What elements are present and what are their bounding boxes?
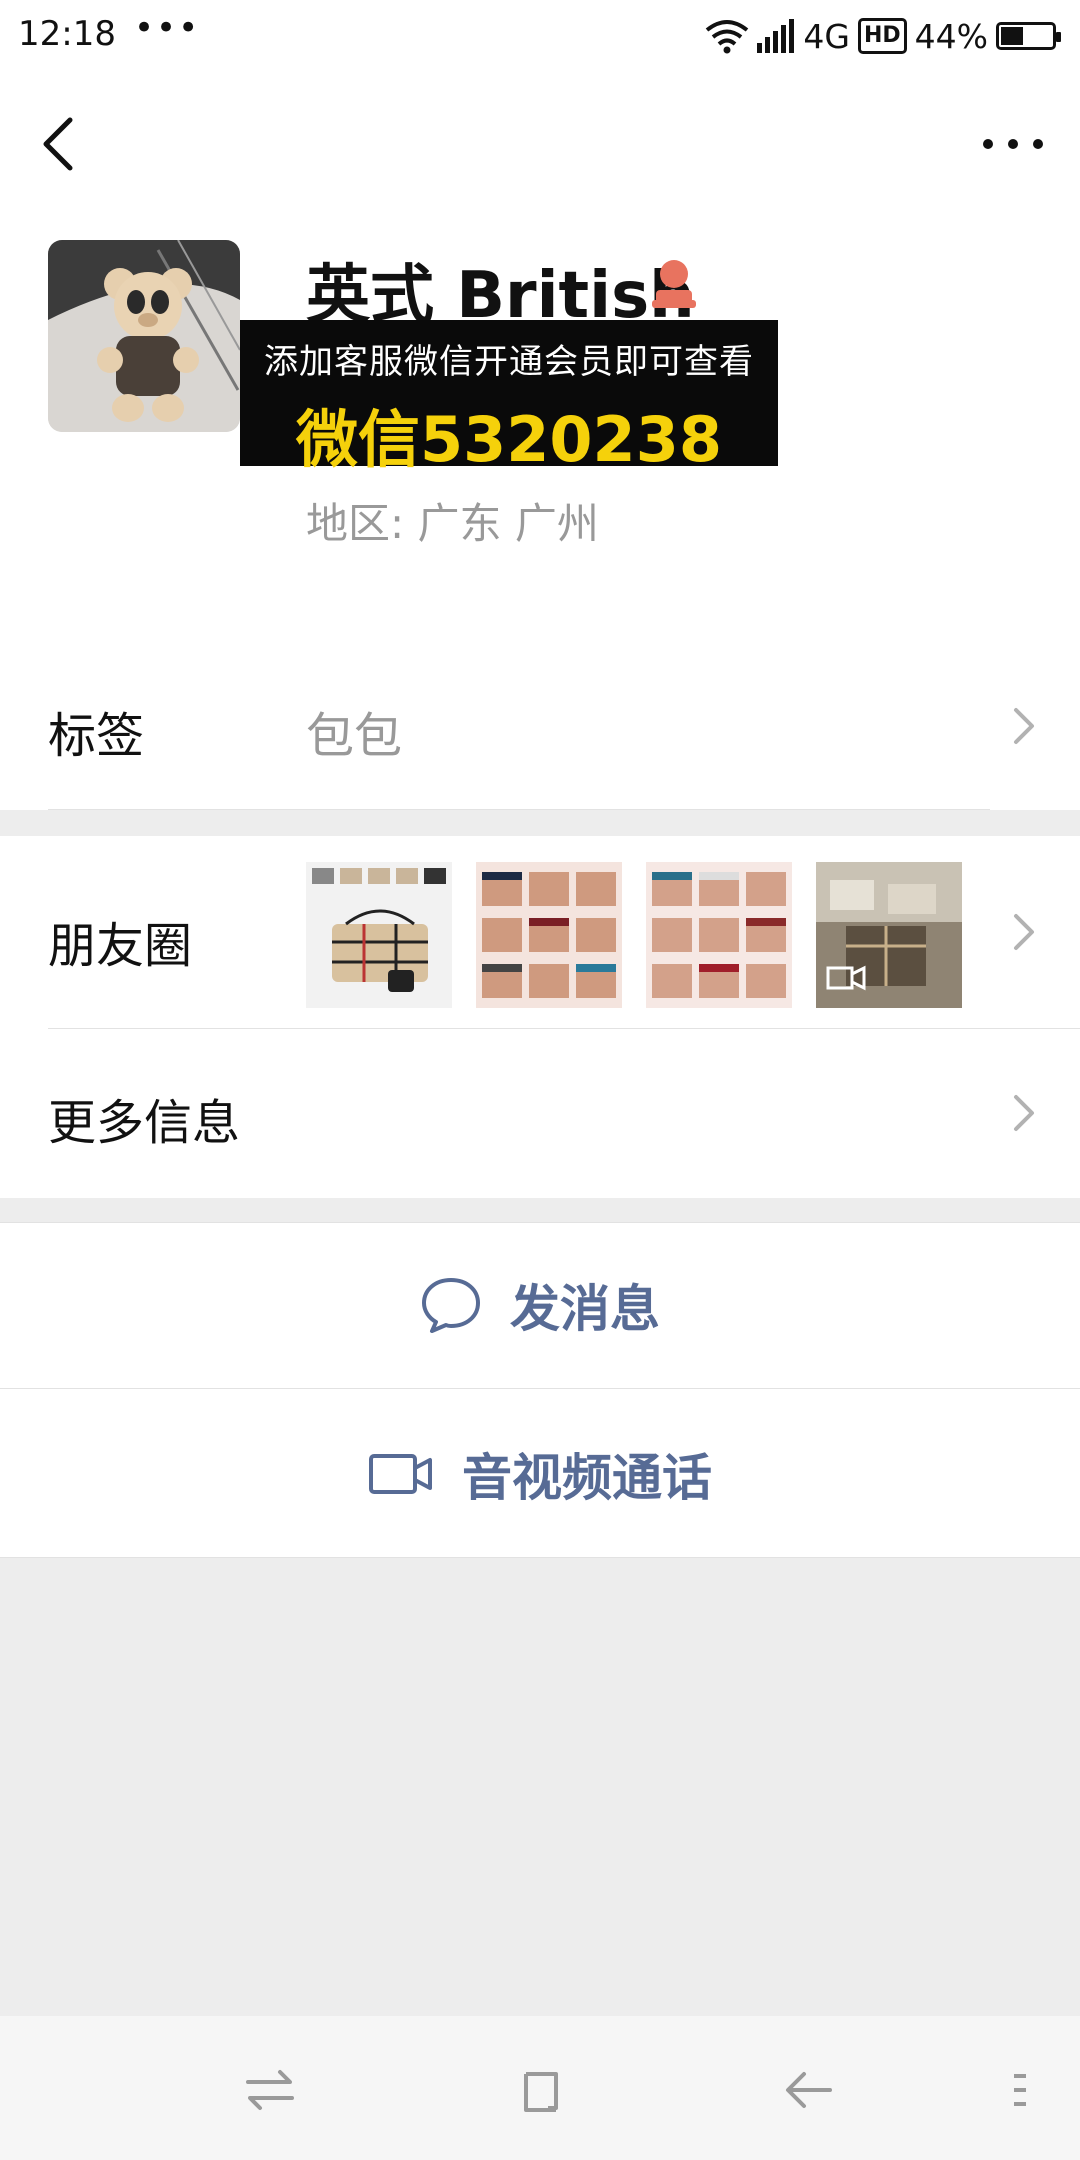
tags-value: 包包 <box>306 708 403 764</box>
tags-label: 标签 <box>48 708 145 764</box>
more-options-icon[interactable] <box>980 134 1046 154</box>
hd-badge: HD <box>857 18 907 54</box>
back-arrow-icon[interactable] <box>784 2068 834 2112</box>
video-photo-icon <box>816 862 962 1008</box>
more-info-row[interactable]: 更多信息 <box>0 1029 1080 1198</box>
more-info-label: 更多信息 <box>48 1095 241 1151</box>
moments-row[interactable]: 朋友圈 <box>0 836 1080 1028</box>
battery-fill <box>1001 27 1023 45</box>
signal-icon <box>757 19 795 53</box>
switch-apps-icon[interactable] <box>244 2068 296 2112</box>
battery-percent: 44% <box>914 16 988 56</box>
moments-thumbnail <box>306 862 452 1008</box>
battery-icon <box>996 22 1061 50</box>
chevron-right-icon <box>1014 914 1034 950</box>
send-message-button[interactable]: 发消息 <box>0 1222 1080 1388</box>
network-type: 4G <box>803 16 850 56</box>
moments-thumbnail <box>646 862 792 1008</box>
avatar[interactable] <box>48 240 240 432</box>
divider <box>48 809 990 810</box>
top-navigation <box>0 72 1080 214</box>
tags-row[interactable]: 标签 包包 <box>0 642 1080 810</box>
moments-label: 朋友圈 <box>48 918 193 974</box>
system-nav-bar <box>0 2016 1080 2160</box>
actions-section: 发消息 音视频通话 <box>0 1222 1080 1558</box>
chat-bubble-icon <box>422 1278 480 1333</box>
menu-icon[interactable] <box>1010 2068 1030 2112</box>
region-text: 地区: 广东 广州 <box>306 499 599 548</box>
chevron-right-icon <box>1014 1095 1034 1131</box>
video-call-label: 音视频通话 <box>462 1448 712 1507</box>
home-square-icon[interactable] <box>516 2068 564 2116</box>
promo-wechat-id: 微信5320238 <box>296 403 722 476</box>
back-arrow-icon[interactable] <box>36 112 84 176</box>
promo-banner: 添加客服微信开通会员即可查看 微信5320238 <box>240 320 778 476</box>
moments-thumbnails <box>306 862 962 1008</box>
female-icon <box>652 260 696 308</box>
moments-video-thumbnail <box>816 862 962 1008</box>
bag-photo-icon <box>306 862 452 1008</box>
bags-grid-photo-icon <box>646 862 792 1008</box>
send-message-label: 发消息 <box>510 1280 660 1338</box>
status-bar: 12:18 ••• 4G HD 44% <box>0 0 1080 72</box>
teddy-bear-avatar-icon <box>48 240 240 432</box>
status-time: 12:18 <box>18 14 116 54</box>
video-call-button[interactable]: 音视频通话 <box>0 1389 1080 1558</box>
bags-grid-photo-icon <box>476 862 622 1008</box>
notification-dots: ••• <box>134 8 201 48</box>
moments-thumbnail <box>476 862 622 1008</box>
chevron-right-icon <box>1014 708 1034 744</box>
moments-section: 朋友圈 更多信息 <box>0 836 1080 1198</box>
promo-text: 添加客服微信开通会员即可查看 <box>264 342 754 382</box>
divider <box>0 1557 1080 1558</box>
video-camera-icon <box>369 1453 432 1494</box>
profile-header: 英式 British 添加客服微信开通会员即可查看 微信5320238 地区: … <box>0 214 1080 642</box>
tags-section: 标签 包包 <box>0 642 1080 810</box>
status-indicators: 4G HD 44% <box>705 12 1061 60</box>
wifi-icon <box>706 20 749 54</box>
